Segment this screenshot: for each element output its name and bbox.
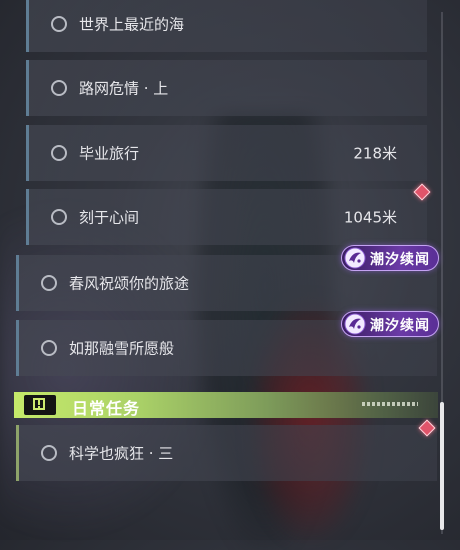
quest-track-radio[interactable] (51, 16, 67, 32)
quest-accent-bar (16, 255, 19, 311)
quest-item[interactable]: 世界上最近的海 (26, 0, 427, 52)
quest-accent-bar (26, 0, 29, 52)
quest-name: 春风祝颂你的旅途 (69, 274, 190, 293)
event-badge-label: 潮汐续闻 (370, 318, 430, 334)
quest-track-radio[interactable] (51, 145, 67, 161)
event-badge: 潮汐续闻 (341, 311, 439, 337)
quest-track-radio[interactable] (51, 209, 67, 225)
scrollbar-thumb[interactable] (440, 402, 444, 530)
section-decoration (362, 402, 418, 406)
quest-accent-bar (26, 60, 29, 116)
quest-item[interactable]: 科学也疯狂 · 三 (16, 425, 437, 481)
quest-track-radio[interactable] (41, 340, 57, 356)
quest-accent-bar (26, 189, 29, 245)
quest-name: 路网危情 · 上 (79, 79, 169, 98)
quest-accent-bar (16, 320, 19, 376)
quest-distance: 1045米 (343, 208, 397, 227)
event-badge: 潮汐续闻 (341, 245, 439, 271)
quest-name: 世界上最近的海 (79, 15, 185, 34)
daily-quest-section-header[interactable]: 日常任务 (14, 392, 438, 418)
quest-name: 毕业旅行 (79, 144, 140, 163)
quest-item[interactable]: 毕业旅行 218米 (26, 125, 427, 181)
quest-item[interactable]: 路网危情 · 上 (26, 60, 427, 116)
quest-track-radio[interactable] (41, 275, 57, 291)
quest-track-radio[interactable] (51, 80, 67, 96)
event-emblem-icon (344, 313, 366, 335)
quest-name: 刻于心间 (79, 208, 140, 227)
section-title: 日常任务 (72, 399, 141, 418)
event-emblem-icon (344, 247, 366, 269)
quest-accent-bar (26, 125, 29, 181)
quest-distance: 218米 (353, 144, 397, 163)
event-badge-label: 潮汐续闻 (370, 252, 430, 268)
quest-item[interactable]: 刻于心间 1045米 (26, 189, 427, 245)
quest-accent-bar (16, 425, 19, 481)
quest-name: 科学也疯狂 · 三 (69, 444, 174, 463)
quest-track-radio[interactable] (41, 445, 57, 461)
quest-name: 如那融雪所愿般 (69, 339, 175, 358)
alert-icon (24, 395, 56, 415)
